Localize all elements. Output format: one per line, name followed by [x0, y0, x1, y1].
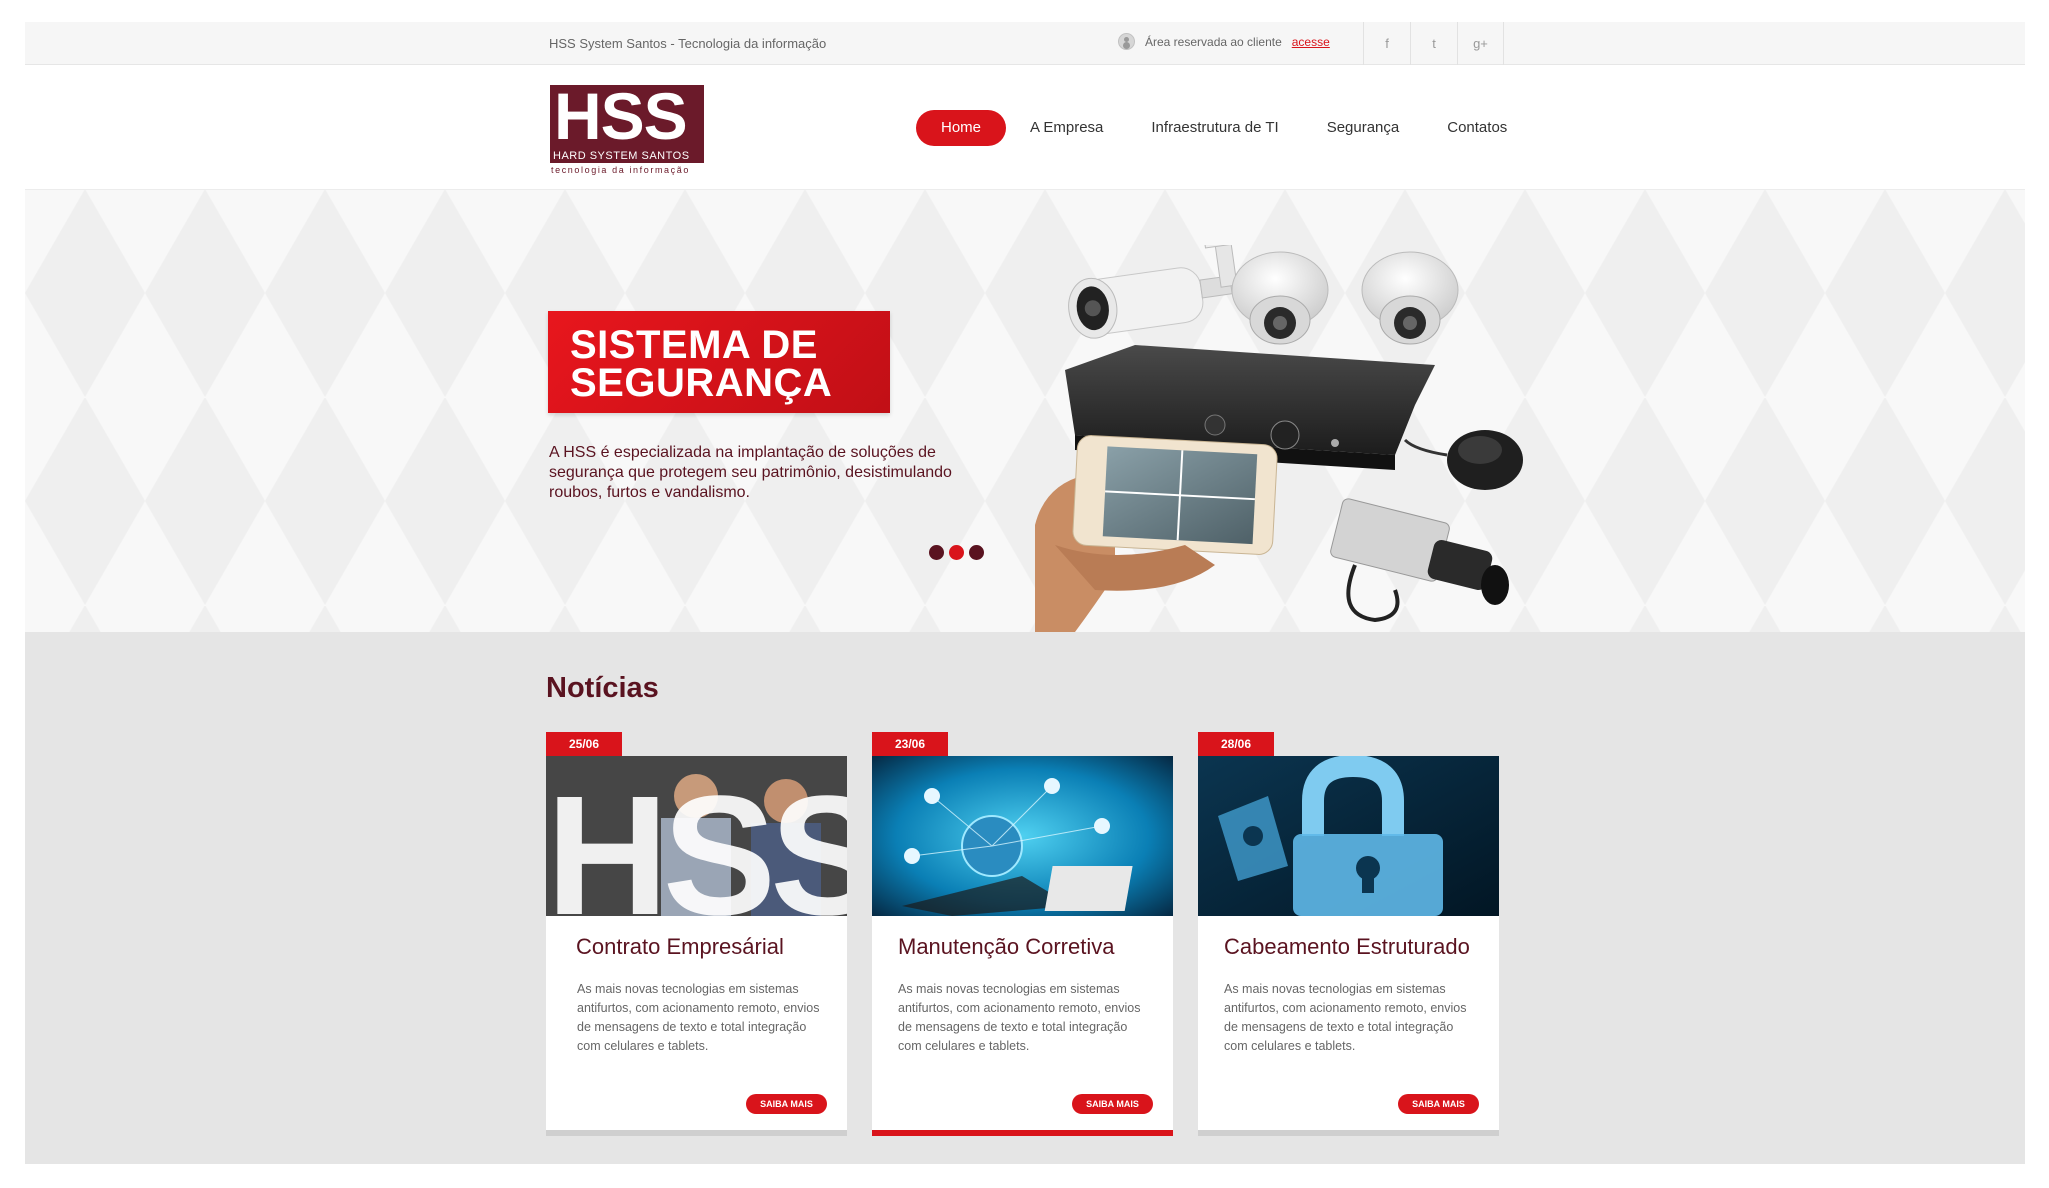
news-card-text: As mais novas tecnologias em sistemas an… [898, 982, 1141, 1053]
security-equipment-image [1035, 245, 1523, 632]
dome-camera-2 [1361, 251, 1459, 345]
news-image-padlock [1198, 756, 1499, 916]
header: HSS HARD SYSTEM SANTOS tecnologia da inf… [25, 65, 2025, 190]
news-card-footer [872, 1130, 1173, 1136]
news-card-title[interactable]: Contrato Empresárial [576, 934, 784, 960]
news-card[interactable]: 23/06 Manutenção Corretiva As mais novas… [872, 732, 1173, 1136]
news-card-body: Cabeamento Estruturado As mais novas tec… [1198, 916, 1499, 1130]
saiba-mais-button[interactable]: SAIBA MAIS [746, 1094, 827, 1114]
news-date: 28/06 [1198, 732, 1274, 756]
news-image-business: HSS [546, 756, 847, 916]
news-card-text: As mais novas tecnologias em sistemas an… [1224, 982, 1467, 1053]
hero-title-line-2: SEGURANÇA [570, 361, 833, 405]
news-card-footer [546, 1130, 847, 1136]
twitter-icon[interactable]: t [1410, 22, 1457, 65]
nav-item-seguranca[interactable]: Segurança [1303, 110, 1424, 146]
slider-dot-active[interactable] [949, 545, 964, 560]
nav-item-empresa[interactable]: A Empresa [1006, 110, 1127, 146]
bullet-camera [1068, 245, 1246, 339]
google-plus-icon[interactable]: g+ [1457, 22, 1504, 65]
hero-slider: SISTEMA DE SEGURANÇA A HSS é especializa… [25, 190, 2025, 632]
news-card[interactable]: 28/06 Cabeamento Estruturado As mais nov… [1198, 732, 1499, 1136]
dome-camera-1 [1231, 251, 1329, 345]
page: HSS System Santos - Tecnologia da inform… [25, 22, 2025, 1164]
logo-letters: HSS [550, 85, 704, 150]
news-date: 23/06 [872, 732, 948, 756]
social-links: f t g+ [1363, 22, 1504, 65]
top-bar: HSS System Santos - Tecnologia da inform… [25, 22, 2025, 65]
client-login-link[interactable]: acesse [1292, 35, 1330, 49]
news-image-technology [872, 756, 1173, 916]
logo-band: HARD SYSTEM SANTOS [550, 150, 704, 163]
news-card-body: Manutenção Corretiva As mais novas tecno… [872, 916, 1173, 1130]
hero-title-banner: SISTEMA DE SEGURANÇA [548, 311, 890, 413]
news-section: Notícias 25/06 HSS Contrato Empresárial … [25, 632, 2025, 1164]
user-icon [1118, 33, 1135, 50]
news-card-text: As mais novas tecnologias em sistemas an… [577, 982, 820, 1053]
news-card-title[interactable]: Manutenção Corretiva [898, 934, 1114, 960]
logo-subtitle: tecnologia da informação [551, 165, 690, 175]
client-area-label: Área reservada ao cliente [1145, 34, 1282, 49]
usb-mouse [1403, 430, 1523, 490]
news-card-body: Contrato Empresárial As mais novas tecno… [546, 916, 847, 1130]
client-area: Área reservada ao cliente acesse [1118, 33, 1330, 50]
svg-text:HSS: HSS [546, 761, 847, 916]
site-tagline: HSS System Santos - Tecnologia da inform… [549, 36, 827, 51]
hand-with-phone [1035, 435, 1278, 632]
saiba-mais-button[interactable]: SAIBA MAIS [1398, 1094, 1479, 1114]
saiba-mais-button[interactable]: SAIBA MAIS [1072, 1094, 1153, 1114]
slider-dot[interactable] [929, 545, 944, 560]
facebook-icon[interactable]: f [1363, 22, 1410, 65]
hero-description: A HSS é especializada na implantação de … [549, 444, 952, 501]
slider-dot[interactable] [969, 545, 984, 560]
box-camera [1330, 498, 1509, 623]
news-card-footer [1198, 1130, 1499, 1136]
hero-title-line-1: SISTEMA DE [570, 323, 818, 367]
news-card-title[interactable]: Cabeamento Estruturado [1224, 934, 1470, 960]
news-card[interactable]: 25/06 HSS Contrato Empresárial As mais n… [546, 732, 847, 1136]
nav-item-infraestrutura[interactable]: Infraestrutura de TI [1127, 110, 1302, 146]
slider-dots [929, 545, 984, 560]
main-nav: Home A Empresa Infraestrutura de TI Segu… [916, 110, 1531, 146]
news-date: 25/06 [546, 732, 622, 756]
news-title: Notícias [546, 672, 659, 704]
nav-item-home[interactable]: Home [916, 110, 1007, 146]
nav-item-contatos[interactable]: Contatos [1423, 110, 1531, 146]
hss-logo[interactable]: HSS HARD SYSTEM SANTOS tecnologia da inf… [550, 85, 708, 180]
